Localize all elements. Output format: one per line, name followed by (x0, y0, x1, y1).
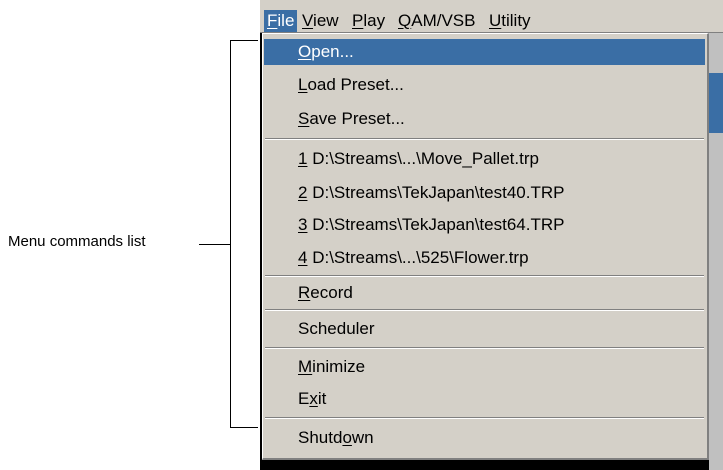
menu-item-open[interactable]: Open... (264, 39, 705, 65)
menu-qam-vsb[interactable]: QAM/VSB (398, 10, 475, 32)
file-menu-dropdown: Open... Load Preset... Save Preset... 1 … (262, 33, 709, 460)
menu-utility[interactable]: Utility (489, 10, 531, 32)
menu-item-scheduler[interactable]: Scheduler (264, 316, 705, 342)
window-selection-band (709, 73, 723, 133)
recent-file-path: D:\Streams\TekJapan\test40.TRP (307, 183, 565, 202)
menu-separator (265, 417, 704, 419)
menu-item-recent-file-3[interactable]: 3 D:\Streams\TekJapan\test64.TRP (264, 212, 705, 238)
app-window: File View Play QAM/VSB Utility Open... L… (260, 0, 723, 470)
menu-separator (265, 309, 704, 311)
menu-file-label: File (267, 11, 295, 30)
menu-separator (265, 138, 704, 140)
annotation-leader-line (199, 244, 230, 245)
menu-item-record[interactable]: Record (264, 280, 705, 306)
menu-view-label: View (302, 11, 339, 30)
menu-item-exit[interactable]: Exit (264, 386, 705, 412)
menu-item-minimize[interactable]: Minimize (264, 354, 705, 380)
menu-item-save-preset[interactable]: Save Preset... (264, 106, 705, 132)
menu-play[interactable]: Play (352, 10, 385, 32)
menu-item-recent-file-2[interactable]: 2 D:\Streams\TekJapan\test40.TRP (264, 180, 705, 206)
menu-item-load-preset-label: Load Preset... (298, 75, 404, 94)
menu-file[interactable]: File (264, 10, 298, 32)
menu-item-recent-file-1[interactable]: 1 D:\Streams\...\Move_Pallet.trp (264, 146, 705, 172)
menu-item-open-label: Open... (298, 42, 354, 61)
menu-qam-vsb-label: QAM/VSB (398, 11, 476, 30)
annotation-bracket (230, 40, 258, 428)
menu-item-minimize-label: Minimize (298, 357, 366, 376)
window-content-behind-menu (709, 33, 723, 470)
menu-item-scheduler-label: Scheduler (298, 319, 375, 338)
menu-item-save-preset-label: Save Preset... (298, 109, 405, 128)
menu-utility-label: Utility (489, 11, 531, 30)
menu-item-recent-file-4[interactable]: 4 D:\Streams\...\525\Flower.trp (264, 245, 705, 271)
menu-item-shutdown[interactable]: Shutdown (264, 425, 705, 451)
annotation-label: Menu commands list (8, 233, 146, 250)
menu-item-record-label: Record (298, 283, 353, 302)
menu-item-shutdown-label: Shutdown (298, 428, 374, 447)
recent-file-path: D:\Streams\...\Move_Pallet.trp (307, 149, 539, 168)
menu-item-load-preset[interactable]: Load Preset... (264, 72, 705, 98)
menu-bar: File View Play QAM/VSB Utility (260, 0, 723, 33)
menu-play-label: Play (352, 11, 386, 30)
menu-separator (265, 275, 704, 277)
menu-view[interactable]: View (302, 10, 339, 32)
menu-separator (265, 347, 704, 349)
menu-item-exit-label: Exit (298, 389, 327, 408)
recent-file-path: D:\Streams\...\525\Flower.trp (307, 248, 529, 267)
recent-file-path: D:\Streams\TekJapan\test64.TRP (307, 215, 565, 234)
